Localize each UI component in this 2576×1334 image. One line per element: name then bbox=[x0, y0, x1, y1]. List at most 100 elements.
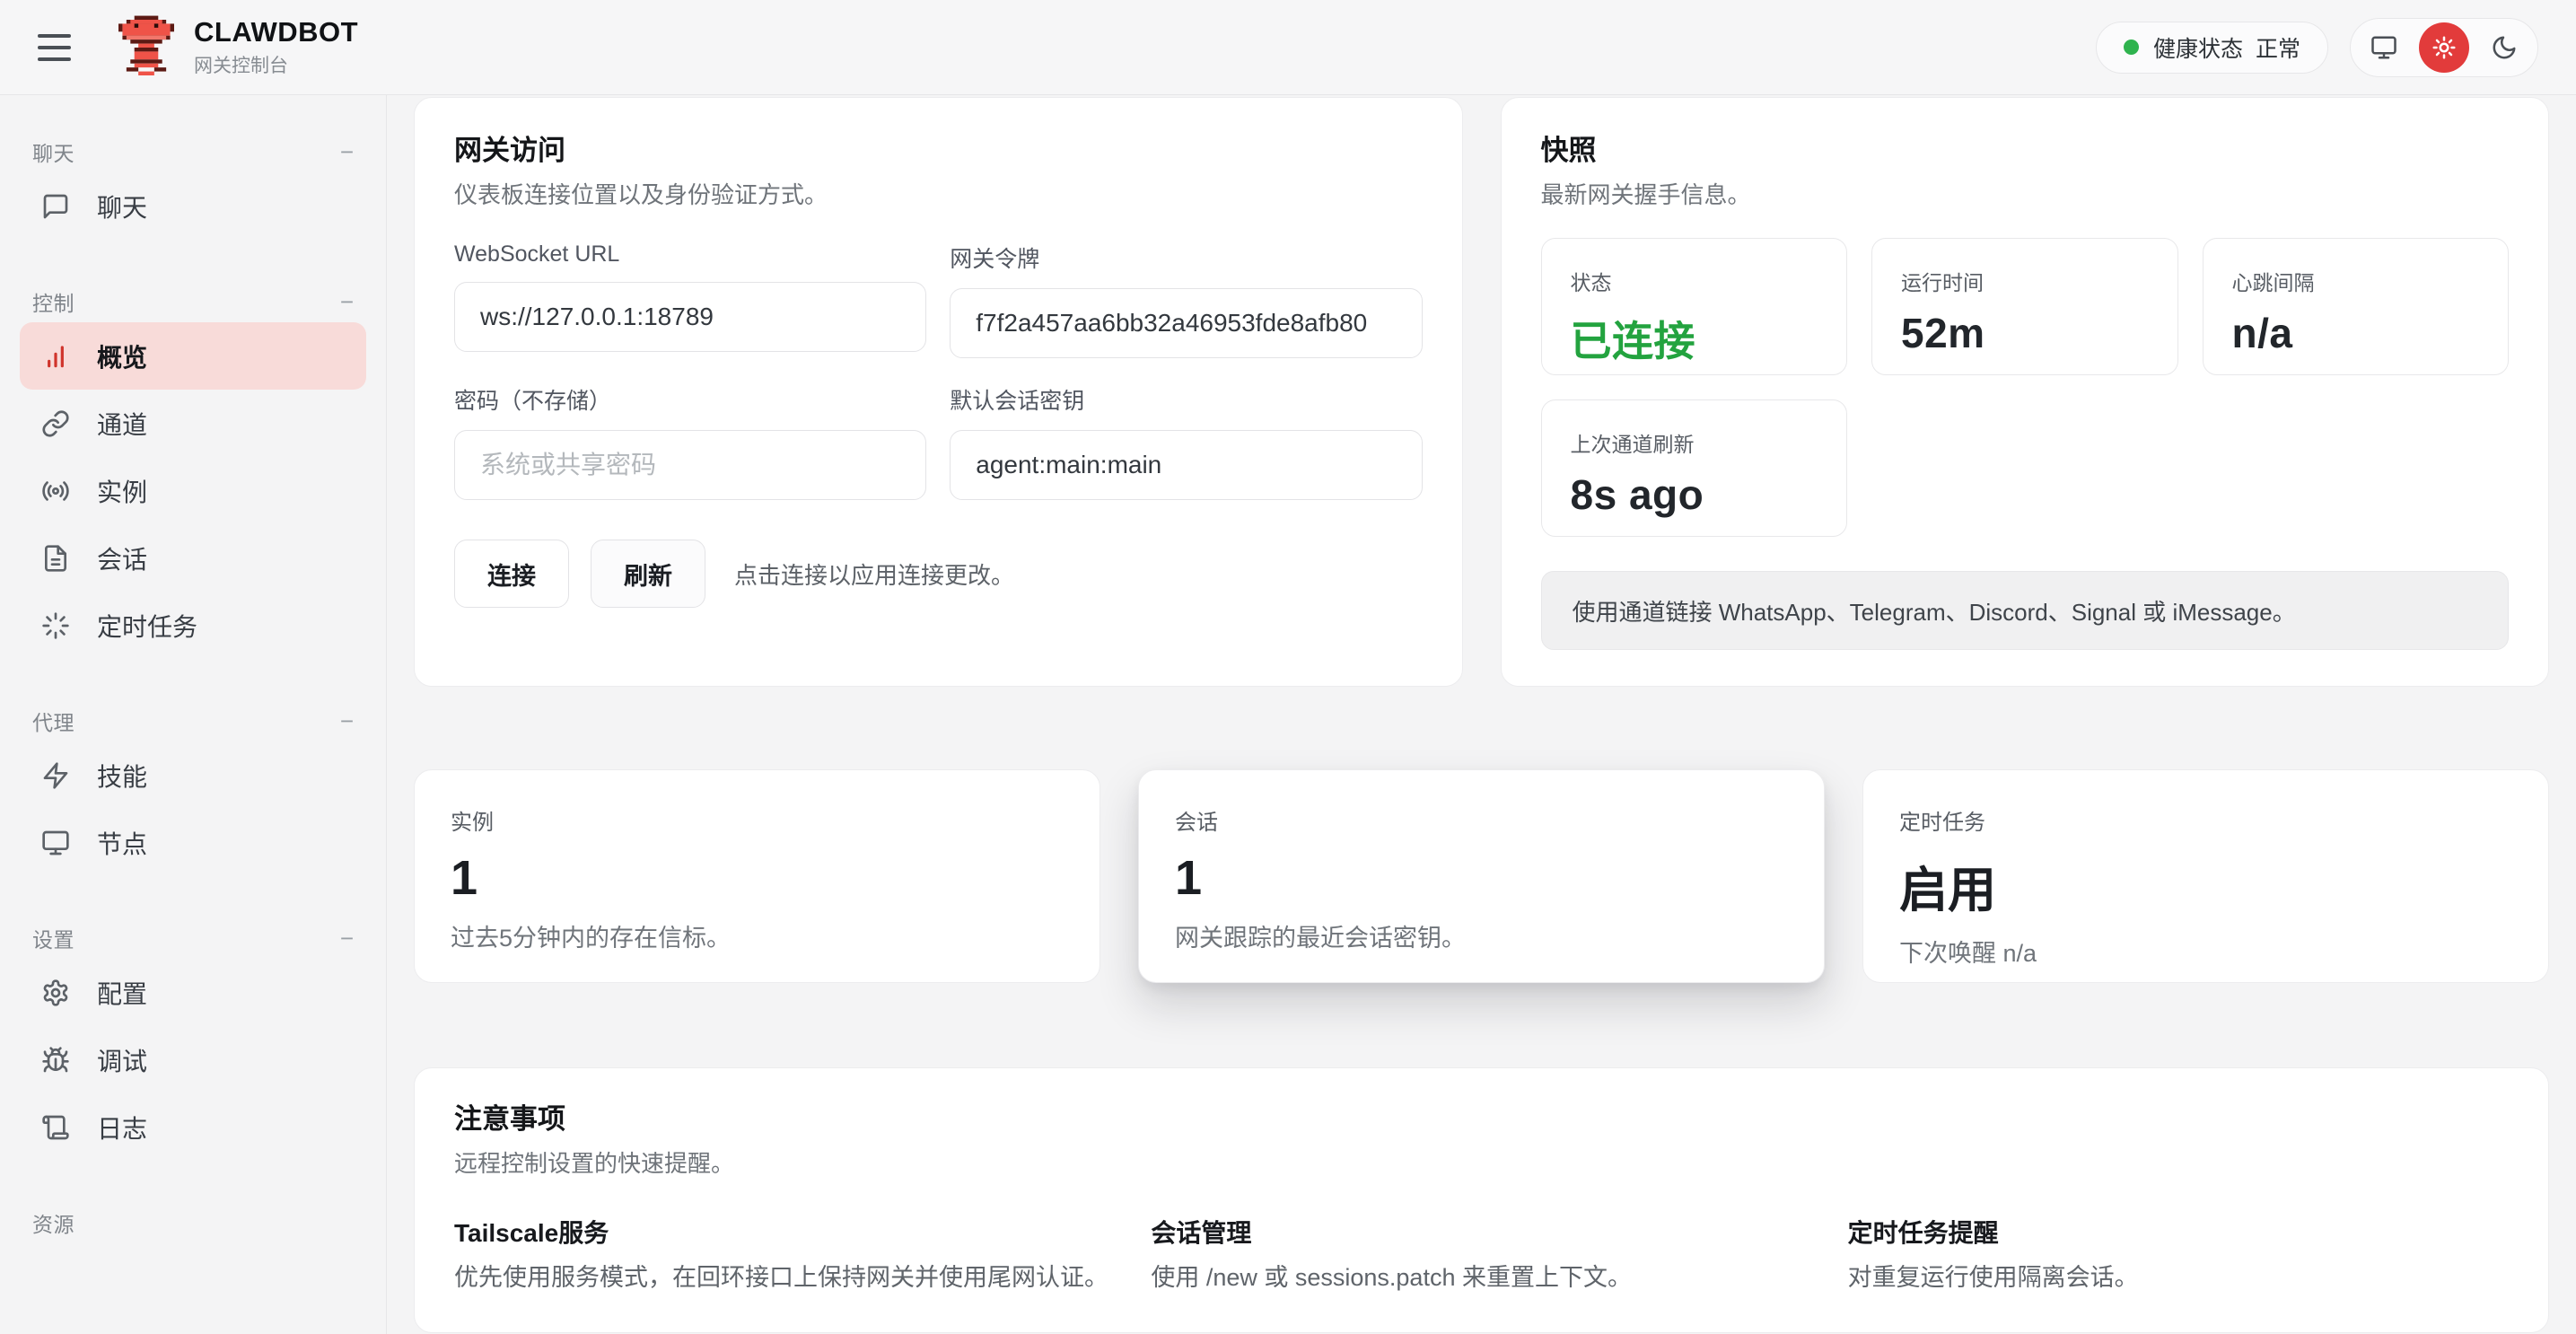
password-field-group: 密码（不存储） bbox=[454, 383, 926, 500]
note-heading: 定时任务提醒 bbox=[1848, 1214, 2509, 1250]
collapse-icon: − bbox=[340, 925, 354, 952]
monitor-icon bbox=[2370, 34, 2397, 61]
uptime-tile-label: 运行时间 bbox=[1901, 266, 2149, 296]
note-body: 对重复运行使用隔离会话。 bbox=[1848, 1262, 2509, 1293]
refresh-button[interactable]: 刷新 bbox=[591, 540, 705, 608]
note-item-cron: 定时任务提醒 对重复运行使用隔离会话。 bbox=[1848, 1214, 2509, 1293]
instances-label: 实例 bbox=[451, 804, 1064, 836]
note-item-sessions: 会话管理 使用 /new 或 sessions.patch 来重置上下文。 bbox=[1151, 1214, 1811, 1293]
scroll-icon bbox=[41, 1113, 70, 1142]
snapshot-card-subtitle: 最新网关握手信息。 bbox=[1541, 180, 2510, 209]
password-input[interactable] bbox=[454, 430, 926, 500]
sidebar-item-debug[interactable]: 调试 bbox=[20, 1026, 366, 1093]
last-refresh-tile: 上次通道刷新 8s ago bbox=[1541, 399, 1848, 537]
note-heading: Tailscale服务 bbox=[454, 1214, 1115, 1250]
menu-toggle-button[interactable] bbox=[38, 30, 81, 66]
uptime-tile: 运行时间 52m bbox=[1871, 238, 2178, 375]
sidebar-item-label: 日志 bbox=[97, 1110, 147, 1145]
session-key-label: 默认会话密钥 bbox=[950, 383, 1422, 416]
collapse-icon: − bbox=[340, 707, 354, 735]
token-input[interactable] bbox=[950, 288, 1422, 358]
session-key-field-group: 默认会话密钥 bbox=[950, 383, 1422, 500]
note-heading: 会话管理 bbox=[1151, 1214, 1811, 1250]
section-label: 聊天 bbox=[32, 136, 74, 167]
instances-desc: 过去5分钟内的存在信标。 bbox=[451, 918, 1064, 953]
connect-button[interactable]: 连接 bbox=[454, 540, 569, 608]
channel-link-note: 使用通道链接 WhatsApp、Telegram、Discord、Signal … bbox=[1541, 571, 2510, 650]
sidebar-section-agent: 代理 − 技能 节点 bbox=[20, 707, 366, 876]
sidebar-item-chat[interactable]: 聊天 bbox=[20, 172, 366, 240]
ws-url-input[interactable] bbox=[454, 282, 926, 352]
note-item-tailscale: Tailscale服务 优先使用服务模式，在回环接口上保持网关并使用尾网认证。 bbox=[454, 1214, 1115, 1293]
sidebar-section-control: 控制 − 概览 通道 bbox=[20, 288, 366, 659]
collapse-icon: − bbox=[340, 288, 354, 316]
gateway-card-title: 网关访问 bbox=[454, 134, 1423, 168]
sidebar-section-chat: 聊天 − 聊天 bbox=[20, 138, 366, 240]
sidebar-item-skills[interactable]: 技能 bbox=[20, 742, 366, 809]
section-label: 设置 bbox=[32, 923, 74, 953]
sidebar-item-config[interactable]: 配置 bbox=[20, 959, 366, 1026]
token-field-group: 网关令牌 bbox=[950, 241, 1422, 358]
sidebar-item-label: 调试 bbox=[97, 1042, 147, 1078]
snapshot-card: 快照 最新网关握手信息。 状态 已连接 运行时间 52m 心跳间隔 n/a 上次… bbox=[1501, 97, 2550, 687]
sidebar-item-channels[interactable]: 通道 bbox=[20, 390, 366, 457]
status-tile: 状态 已连接 bbox=[1541, 238, 1848, 375]
sidebar-section-control-header[interactable]: 控制 − bbox=[20, 288, 366, 315]
app-subtitle: 网关控制台 bbox=[194, 51, 358, 78]
sidebar-item-overview[interactable]: 概览 bbox=[20, 322, 366, 390]
theme-system-button[interactable] bbox=[2363, 27, 2405, 68]
broadcast-icon bbox=[41, 477, 70, 505]
sessions-label: 会话 bbox=[1175, 804, 1788, 836]
link-icon bbox=[41, 409, 70, 438]
app-title: CLAWDBOT bbox=[194, 17, 358, 48]
sidebar-item-label: 概览 bbox=[97, 338, 147, 374]
sidebar-item-cron[interactable]: 定时任务 bbox=[20, 592, 366, 659]
uptime-tile-value: 52m bbox=[1901, 309, 2149, 357]
status-tile-value: 已连接 bbox=[1571, 309, 1818, 368]
password-label: 密码（不存储） bbox=[454, 383, 926, 416]
file-text-icon bbox=[41, 544, 70, 573]
status-tile-label: 状态 bbox=[1571, 266, 1818, 296]
heartbeat-tile-label: 心跳间隔 bbox=[2232, 266, 2480, 296]
note-body: 使用 /new 或 sessions.patch 来重置上下文。 bbox=[1151, 1262, 1811, 1293]
sidebar-section-settings: 设置 − 配置 调试 bbox=[20, 925, 366, 1161]
clawdbot-logo bbox=[118, 15, 174, 80]
sidebar-item-instances[interactable]: 实例 bbox=[20, 457, 366, 524]
health-label: 健康状态 bbox=[2153, 31, 2243, 64]
notes-card: 注意事项 远程控制设置的快速提醒。 Tailscale服务 优先使用服务模式，在… bbox=[414, 1067, 2549, 1333]
ws-url-label: WebSocket URL bbox=[454, 241, 926, 268]
health-value: 正常 bbox=[2256, 31, 2300, 64]
instances-value: 1 bbox=[451, 850, 1064, 906]
section-label: 资源 bbox=[32, 1207, 74, 1238]
health-status-badge: 健康状态 正常 bbox=[2096, 22, 2328, 74]
sessions-stat-card: 会话 1 网关跟踪的最近会话密钥。 bbox=[1138, 769, 1825, 983]
sidebar-section-resources-header[interactable]: 资源 bbox=[20, 1209, 366, 1236]
bar-chart-icon bbox=[41, 342, 70, 371]
ws-url-field-group: WebSocket URL bbox=[454, 241, 926, 358]
sidebar-item-label: 聊天 bbox=[97, 189, 147, 224]
sidebar-item-sessions[interactable]: 会话 bbox=[20, 524, 366, 592]
sidebar-item-logs[interactable]: 日志 bbox=[20, 1093, 366, 1161]
bug-icon bbox=[41, 1046, 70, 1075]
sidebar-section-chat-header[interactable]: 聊天 − bbox=[20, 138, 366, 165]
cron-label: 定时任务 bbox=[1899, 804, 2512, 836]
collapse-icon: − bbox=[340, 138, 354, 166]
cron-desc: 下次唤醒 n/a bbox=[1899, 934, 2512, 969]
chat-bubble-icon bbox=[41, 192, 70, 221]
sidebar-item-label: 会话 bbox=[97, 540, 147, 576]
snapshot-card-title: 快照 bbox=[1541, 134, 2510, 168]
note-body: 优先使用服务模式，在回环接口上保持网关并使用尾网认证。 bbox=[454, 1262, 1115, 1293]
token-label: 网关令牌 bbox=[950, 241, 1422, 274]
sidebar: 聊天 − 聊天 控制 − 概览 bbox=[0, 95, 387, 1334]
connect-hint: 点击连接以应用连接更改。 bbox=[734, 557, 1014, 591]
sidebar-section-agent-header[interactable]: 代理 − bbox=[20, 707, 366, 734]
session-key-input[interactable] bbox=[950, 430, 1422, 500]
loader-icon bbox=[41, 611, 70, 640]
moon-icon bbox=[2491, 34, 2518, 61]
heartbeat-tile-value: n/a bbox=[2232, 309, 2480, 357]
sidebar-section-settings-header[interactable]: 设置 − bbox=[20, 925, 366, 952]
theme-dark-button[interactable] bbox=[2484, 27, 2525, 68]
notes-card-subtitle: 远程控制设置的快速提醒。 bbox=[454, 1149, 2509, 1178]
theme-light-button[interactable] bbox=[2419, 22, 2469, 73]
sidebar-item-nodes[interactable]: 节点 bbox=[20, 809, 366, 876]
